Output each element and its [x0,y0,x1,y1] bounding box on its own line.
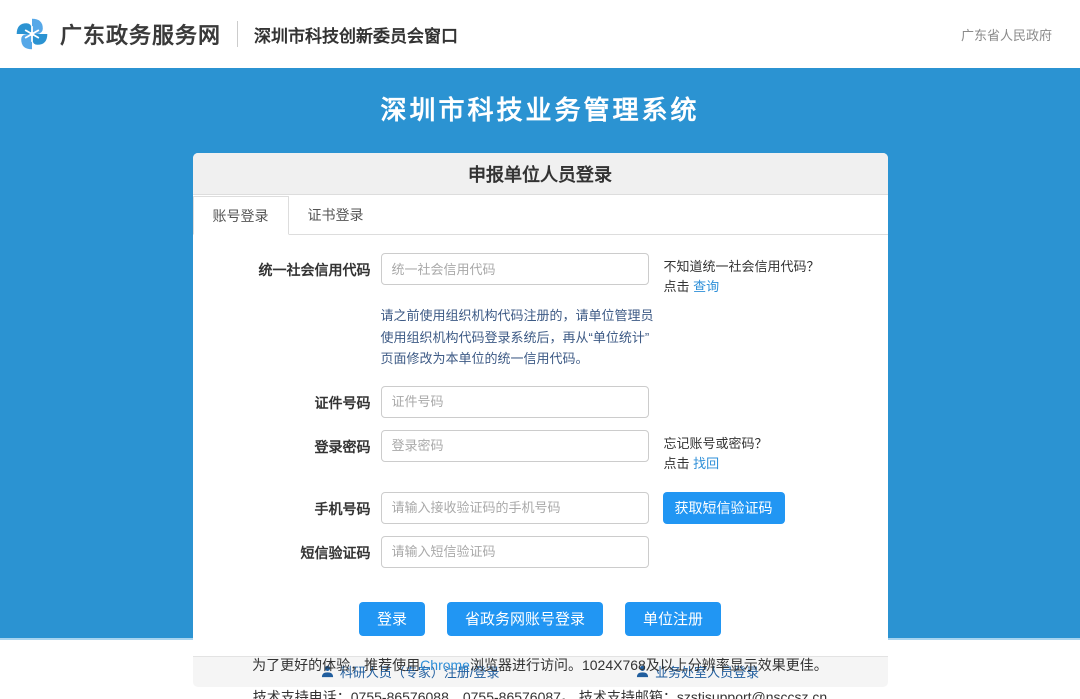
sms-code-input[interactable] [381,536,649,568]
credit-code-query-link[interactable]: 查询 [693,279,719,294]
credit-code-input[interactable] [381,253,649,285]
provincial-account-login-button[interactable]: 省政务网账号登录 [447,602,603,636]
sms-code-row: 短信验证码 [193,536,888,568]
login-card: 申报单位人员登录 账号登录 证书登录 统一社会信用代码 不知道统一社会信用代码？… [193,153,888,687]
get-sms-code-button[interactable]: 获取短信验证码 [663,492,785,524]
credit-code-label: 统一社会信用代码 [193,253,371,280]
login-form: 统一社会信用代码 不知道统一社会信用代码？ 点击 查询 请之前使用组织机构代码注… [193,235,888,636]
id-number-row: 证件号码 [193,386,888,418]
password-input[interactable] [381,430,649,462]
password-label: 登录密码 [193,430,371,457]
id-number-input[interactable] [381,386,649,418]
password-retrieve-link[interactable]: 找回 [693,456,719,471]
password-help-question: 忘记账号或密码？ [664,436,768,451]
password-row: 登录密码 忘记账号或密码？ 点击 找回 [193,430,888,474]
password-help-prefix: 点击 [664,456,694,471]
login-tabs: 账号登录 证书登录 [193,195,888,235]
footer-line1-after: 浏览器进行访问。1024X768及以上分辨率显示效果更佳。 [470,657,828,673]
phone-row: 手机号码 获取短信验证码 [193,492,888,524]
tech-support-info: 技术支持电话：0755-86576088、0755-86576087。 技术支持… [0,687,1080,699]
credit-code-help-question: 不知道统一社会信用代码？ [664,259,820,274]
sms-code-label: 短信验证码 [193,536,371,563]
chrome-link[interactable]: Chrome [420,657,470,673]
credit-code-note: 请之前使用组织机构代码注册的，请单位管理员使用组织机构代码登录系统后，再从“单位… [381,305,657,369]
pinwheel-logo-icon [14,16,50,52]
id-number-label: 证件号码 [193,386,371,413]
action-buttons: 登录 省政务网账号登录 单位注册 [193,602,888,636]
site-name: 广东政务服务网 [60,18,221,50]
credit-code-row: 统一社会信用代码 不知道统一社会信用代码？ 点击 查询 [193,253,888,297]
credit-code-help: 不知道统一社会信用代码？ 点击 查询 [664,253,820,297]
site-logo[interactable]: 广东政务服务网 [14,16,221,52]
card-title: 申报单位人员登录 [193,153,888,195]
browser-recommendation: 为了更好的体验，推荐使用Chrome浏览器进行访问。1024X768及以上分辨率… [0,655,1080,675]
unit-register-button[interactable]: 单位注册 [625,602,721,636]
footer-line1-before: 为了更好的体验，推荐使用 [252,657,420,673]
phone-label: 手机号码 [193,492,371,519]
password-help: 忘记账号或密码？ 点击 找回 [664,430,768,474]
gov-portal-link[interactable]: 广东省人民政府 [961,25,1052,44]
tab-certificate-login[interactable]: 证书登录 [289,196,383,235]
login-button[interactable]: 登录 [359,602,425,636]
tab-account-login[interactable]: 账号登录 [193,196,289,235]
system-title: 深圳市科技业务管理系统 [0,68,1080,127]
credit-code-help-prefix: 点击 [664,279,694,294]
hero-section: 深圳市科技业务管理系统 申报单位人员登录 账号登录 证书登录 统一社会信用代码 … [0,68,1080,640]
page-footer: 为了更好的体验，推荐使用Chrome浏览器进行访问。1024X768及以上分辨率… [0,640,1080,699]
header-divider [237,21,238,47]
top-header: 广东政务服务网 深圳市科技创新委员会窗口 广东省人民政府 [0,0,1080,68]
window-name: 深圳市科技创新委员会窗口 [254,22,458,47]
phone-input[interactable] [381,492,649,524]
